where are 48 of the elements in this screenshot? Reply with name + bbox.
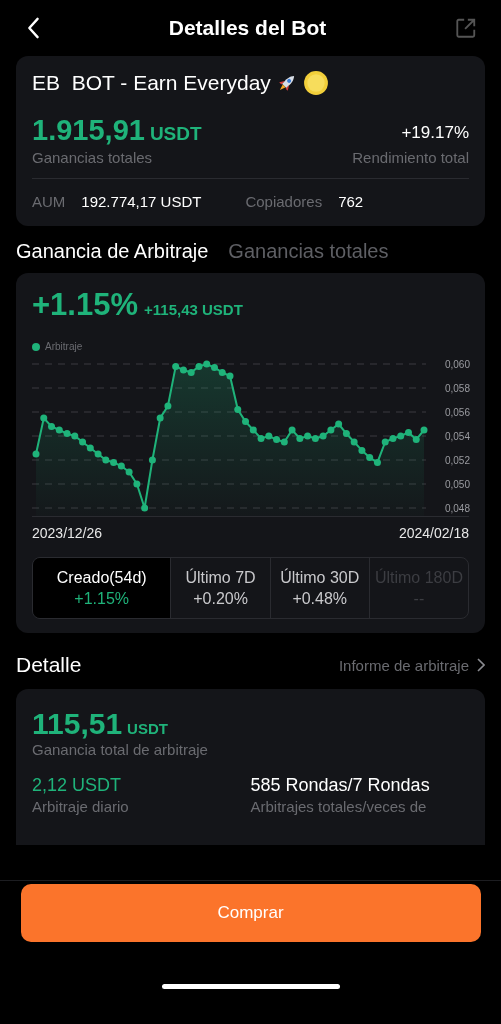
period-option[interactable]: Último 7D +0.20% bbox=[170, 558, 270, 618]
coin-icon bbox=[302, 70, 329, 96]
y-tick-label: 0,058 bbox=[444, 383, 470, 394]
profit-label: Ganancias totales bbox=[32, 149, 154, 166]
y-tick-label: 0,060 bbox=[444, 359, 470, 370]
report-link[interactable]: Informe de arbitraje bbox=[338, 656, 485, 674]
chevron-icon bbox=[477, 658, 485, 672]
share-icon[interactable] bbox=[455, 17, 477, 39]
tab[interactable]: Ganancia de Arbitraje bbox=[16, 240, 209, 263]
rounds-value: 585 Rondas/7 Rondas bbox=[250, 775, 431, 796]
arbitrage-total: 115,51 bbox=[32, 707, 123, 741]
legend-label: Arbitraje bbox=[45, 341, 83, 352]
data-point bbox=[148, 456, 156, 464]
data-point bbox=[164, 402, 172, 410]
back-icon[interactable] bbox=[26, 17, 40, 39]
data-point bbox=[156, 414, 164, 422]
daily-value: 2,12 USDT bbox=[32, 775, 123, 796]
y-tick-label: 0,054 bbox=[444, 431, 470, 442]
data-point bbox=[32, 450, 40, 458]
data-point bbox=[133, 480, 141, 488]
return-label: Rendimiento total bbox=[352, 149, 469, 166]
aum-value: 192.774,17 USDT bbox=[81, 193, 202, 210]
copiers-label: Copiadores bbox=[245, 193, 323, 210]
data-point bbox=[141, 504, 149, 512]
y-tick-label: 0,048 bbox=[444, 503, 470, 514]
rounds-label: Arbitrajes totales/veces de bbox=[250, 798, 428, 815]
y-tick-label: 0,056 bbox=[444, 407, 470, 418]
y-tick-label: 0,050 bbox=[444, 479, 470, 490]
profit-unit: USDT bbox=[149, 123, 202, 145]
return-percent: +1.15% bbox=[32, 287, 138, 323]
aum-label: AUM bbox=[32, 193, 66, 210]
total-profit: 1.915,91 bbox=[32, 114, 145, 147]
section-title: Detalle bbox=[16, 653, 82, 677]
y-tick-label: 0,052 bbox=[444, 455, 470, 466]
start-date: 2023/12/26 bbox=[32, 525, 103, 541]
copiers-value: 762 bbox=[338, 193, 364, 210]
period-option[interactable]: Último 30D +0.48% bbox=[269, 558, 369, 618]
data-point bbox=[234, 406, 242, 414]
return-amount: +115,43 USDT bbox=[144, 301, 243, 318]
total-return: +19.17% bbox=[401, 123, 469, 143]
arbitrage-total-label: Ganancia total de arbitraje bbox=[32, 741, 208, 758]
period-option[interactable]: Creado(54d) +1.15% bbox=[33, 558, 171, 618]
arbitrage-unit: USDT bbox=[127, 720, 168, 737]
daily-label: Arbitraje diario bbox=[32, 798, 130, 815]
page-title: Detalles del Bot bbox=[168, 16, 327, 40]
end-date: 2024/02/18 bbox=[398, 525, 469, 541]
bot-name: EB BOT - Earn Everyday bbox=[32, 71, 271, 95]
data-point bbox=[420, 426, 428, 434]
